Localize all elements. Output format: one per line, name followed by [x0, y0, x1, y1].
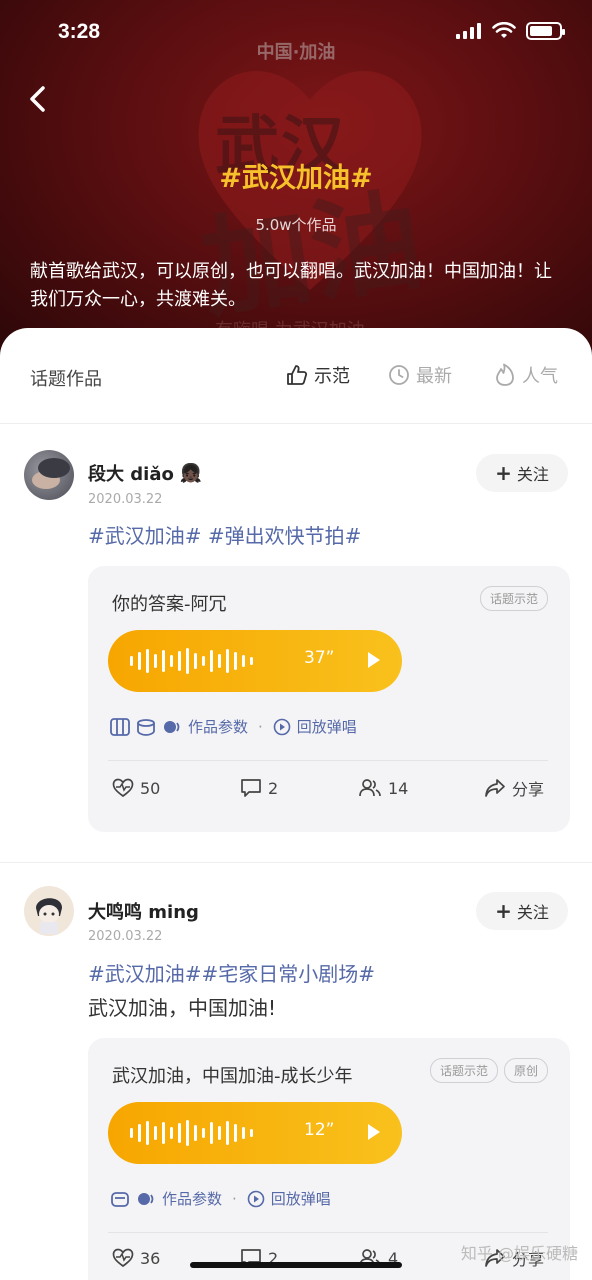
plus-icon: + — [495, 461, 512, 485]
topic-header: 中国·加油 武汉 加油 有嗨唱 为武汉加油 3:28 #武汉加油# 5.0w个作… — [0, 0, 592, 360]
replay-link[interactable]: 回放弹唱 — [297, 716, 357, 737]
like-count: 36 — [140, 1248, 161, 1268]
thumb-up-icon — [287, 365, 308, 385]
author-name: 大鸣鸣 ming — [88, 902, 199, 923]
audio-duration: 12” — [304, 1120, 335, 1140]
waveform-icon — [130, 646, 253, 676]
tab-recommended[interactable]: 示范 — [286, 362, 350, 388]
battery-icon — [526, 22, 565, 40]
waveform-icon — [130, 1118, 253, 1148]
author-name-row[interactable]: 段大 diǎo 👧🏿 — [88, 460, 202, 486]
replay-link[interactable]: 回放弹唱 — [271, 1188, 331, 1209]
song-title: 武汉加油，中国加油-成长少年 — [112, 1066, 353, 1087]
share-icon — [485, 779, 505, 797]
author-name-row[interactable]: 大鸣鸣 ming — [88, 898, 199, 924]
badges: 话题示范 原创 — [429, 1058, 548, 1083]
tab-popular[interactable]: 人气 — [494, 362, 558, 388]
post-tags[interactable]: #武汉加油# #弹出欢快节拍# — [88, 520, 361, 549]
drum-icon — [137, 718, 155, 736]
audio-player[interactable]: 12” — [108, 1102, 402, 1164]
play-icon[interactable] — [368, 652, 380, 668]
share-label: 分享 — [512, 780, 545, 799]
robot-icon — [111, 1191, 129, 1207]
card-divider — [108, 1232, 548, 1233]
avatar-photo — [32, 458, 70, 489]
avatar[interactable] — [24, 886, 74, 936]
section-title: 话题作品 — [30, 369, 102, 390]
topic-title: #武汉加油# — [219, 163, 373, 194]
voice-icon — [164, 720, 180, 733]
author-emoji: 👧🏿 — [179, 462, 203, 484]
follow-button[interactable]: + 关注 — [476, 454, 568, 492]
post-separator — [0, 862, 592, 863]
piano-icon — [110, 717, 130, 736]
topic-work-count: 5.0w个作品 — [255, 216, 337, 234]
avatar-cartoon — [36, 898, 62, 934]
badge-topic-demo: 话题示范 — [429, 1058, 498, 1083]
signal-icon — [456, 23, 481, 39]
comment-button[interactable]: 2 — [240, 778, 278, 798]
post-text: 武汉加油，中国加油! — [88, 996, 277, 1020]
card-divider — [108, 760, 548, 761]
work-params-link[interactable]: 作品参数 — [162, 1188, 222, 1209]
work-params-link[interactable]: 作品参数 — [188, 716, 248, 737]
play-icon[interactable] — [368, 1124, 380, 1140]
post-tags[interactable]: #武汉加油##宅家日常小剧场# — [88, 958, 375, 987]
voice-icon — [138, 1192, 154, 1205]
status-icons — [456, 22, 565, 40]
badge-topic-demo: 话题示范 — [479, 586, 548, 611]
topic-description: 献首歌给武汉，可以原创，也可以翻唱。武汉加油！中国加油！让我们万众一心，共渡难关… — [30, 261, 552, 310]
post-date: 2020.03.22 — [88, 929, 163, 944]
share-button[interactable]: 分享 — [484, 776, 544, 800]
duet-count: 14 — [388, 778, 409, 798]
heart-wave-icon — [112, 778, 134, 798]
status-time: 3:28 — [58, 20, 101, 43]
flame-icon — [496, 363, 514, 386]
heart-wave-icon — [112, 1248, 134, 1268]
chevron-left-icon — [30, 86, 45, 112]
replay-icon — [247, 1190, 265, 1207]
post-date: 2020.03.22 — [88, 492, 163, 507]
comment-icon — [241, 779, 261, 797]
song-card[interactable]: 你的答案-阿冗 话题示范 37” 作品参数 · 回放弹唱 50 2 14 分享 — [88, 566, 570, 832]
follow-label: 关注 — [516, 465, 549, 484]
work-meta-row: 作品参数 · 回放弹唱 — [110, 716, 357, 737]
clock-icon — [389, 365, 409, 385]
comment-count: 2 — [268, 778, 279, 798]
like-count: 50 — [140, 778, 161, 798]
back-button[interactable] — [22, 82, 52, 116]
wifi-icon — [492, 22, 516, 38]
tab-latest-label: 最新 — [416, 366, 452, 387]
badges: 话题示范 — [479, 586, 548, 611]
tab-popular-label: 人气 — [522, 366, 558, 387]
audio-duration: 37” — [304, 648, 335, 668]
plus-icon: + — [495, 899, 512, 923]
avatar[interactable] — [24, 450, 74, 500]
tab-latest[interactable]: 最新 — [388, 362, 452, 388]
audio-player[interactable]: 37” — [108, 630, 402, 692]
replay-icon — [273, 718, 291, 735]
tabs-bar: 话题作品 示范 最新 人气 — [0, 328, 592, 424]
watermark: 知乎 @娱乐硬糖 — [460, 1244, 578, 1263]
badge-original: 原创 — [503, 1058, 548, 1083]
duet-button[interactable]: 14 — [358, 778, 408, 798]
duet-users-icon — [359, 779, 381, 797]
like-button[interactable]: 36 — [112, 1248, 160, 1268]
work-meta-row: 作品参数 · 回放弹唱 — [110, 1188, 331, 1209]
follow-label: 关注 — [516, 903, 549, 922]
home-indicator[interactable] — [190, 1262, 402, 1268]
author-name: 段大 diǎo — [88, 464, 174, 485]
like-button[interactable]: 50 — [112, 778, 160, 798]
song-title: 你的答案-阿冗 — [112, 594, 227, 615]
follow-button[interactable]: + 关注 — [476, 892, 568, 930]
tab-recommended-label: 示范 — [314, 366, 350, 387]
